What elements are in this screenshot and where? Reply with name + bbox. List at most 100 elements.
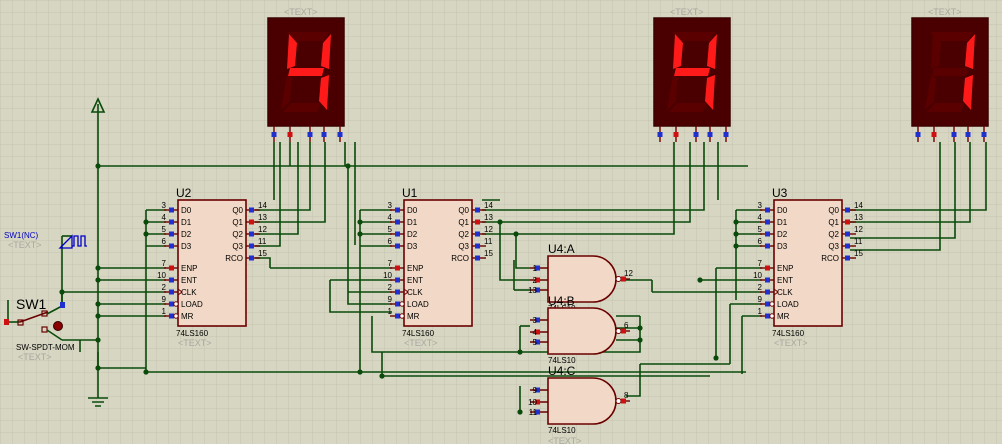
counter-pin-number: 6: [758, 237, 763, 246]
counter-pin-number: 13: [258, 213, 267, 222]
counter-pin-label: D1: [407, 218, 418, 227]
counter-pin-label: RCO: [821, 254, 839, 263]
counter-pin-number: 11: [484, 237, 493, 246]
gate-ref-label: U4:A: [548, 242, 575, 256]
counter-pin-number: 7: [162, 259, 167, 268]
counter-pin-label: MR: [777, 312, 790, 321]
counter-pin-label: Q3: [458, 242, 469, 251]
counter-pin-label: MR: [407, 312, 420, 321]
display-text-placeholder: <TEXT>: [284, 7, 318, 17]
counter-text-placeholder: <TEXT>: [404, 338, 438, 348]
gate-pin-number: 5: [533, 338, 538, 347]
counter-pin-label: D2: [181, 230, 192, 239]
counter-text-placeholder: <TEXT>: [178, 338, 212, 348]
counter-pin-label: D0: [777, 206, 788, 215]
counter-pin-number: 4: [758, 213, 763, 222]
counter-pin-number: 13: [854, 213, 863, 222]
counter-pin-number: 2: [758, 283, 763, 292]
counter-ref-label: U2: [176, 186, 192, 200]
counter-pin-number: 1: [388, 307, 393, 316]
counter-pin-number: 6: [162, 237, 167, 246]
gate-text-placeholder: <TEXT>: [548, 436, 582, 444]
counter-pin-number: 9: [162, 295, 167, 304]
clock-text-placeholder: <TEXT>: [8, 240, 42, 250]
counter-pin-number: 2: [162, 283, 167, 292]
counter-pin-number: 13: [484, 213, 493, 222]
counter-pin-label: Q2: [232, 230, 243, 239]
counter-pin-label: D0: [181, 206, 192, 215]
counter-pin-label: ENT: [407, 276, 423, 285]
counter-pin-label: ENT: [181, 276, 197, 285]
switch-text-placeholder: <TEXT>: [18, 352, 52, 362]
counter-pin-label: LOAD: [407, 300, 429, 309]
counter-pin-label: D2: [777, 230, 788, 239]
counter-pin-label: Q2: [458, 230, 469, 239]
counter-pin-number: 11: [854, 237, 863, 246]
counter-pin-number: 3: [388, 201, 393, 210]
counter-pin-number: 4: [162, 213, 167, 222]
display-middle: <TEXT>: [653, 7, 731, 142]
counter-pin-number: 5: [758, 225, 763, 234]
counter-pin-number: 12: [484, 225, 493, 234]
counter-pin-number: 9: [758, 295, 763, 304]
counter-pin-label: D0: [407, 206, 418, 215]
segment-g: [932, 68, 968, 76]
counter-pin-label: Q1: [828, 218, 839, 227]
counter-part-label: 74LS160: [402, 329, 435, 338]
gate-pin-number: 2: [533, 276, 538, 285]
counter-pin-number: 5: [162, 225, 167, 234]
counter-pin-number: 14: [258, 201, 267, 210]
counter-pin-label: D3: [407, 242, 418, 251]
display-left: <TEXT>: [267, 7, 345, 142]
gate-pin-number: 8: [624, 391, 629, 400]
switch-button-icon[interactable]: [53, 321, 63, 331]
counter-pin-label: D3: [181, 242, 192, 251]
gate-pin-number: 10: [528, 398, 537, 407]
counter-text-placeholder: <TEXT>: [774, 338, 808, 348]
counter-pin-number: 12: [854, 225, 863, 234]
counter-pin-number: 10: [157, 271, 166, 280]
counter-pin-number: 5: [388, 225, 393, 234]
counter-pin-label: Q1: [458, 218, 469, 227]
segment-g: [674, 68, 710, 76]
gate-ref-label: U4:C: [548, 364, 576, 378]
counter-pin-number: 2: [388, 283, 393, 292]
counter-pin-number: 3: [758, 201, 763, 210]
counter-pin-number: 10: [383, 271, 392, 280]
counter-pin-number: 4: [388, 213, 393, 222]
schematic-canvas[interactable]: { "text_placeholder": "<TEXT>", "colors"…: [0, 0, 1002, 444]
counter-pin-label: Q3: [828, 242, 839, 251]
gate-pin-number: 12: [624, 269, 633, 278]
counter-pin-label: Q0: [232, 206, 243, 215]
gate-pin-number: 13: [528, 286, 537, 295]
counter-pin-label: Q3: [232, 242, 243, 251]
counter-ref-label: U1: [402, 186, 418, 200]
counter-part-label: 74LS160: [772, 329, 805, 338]
counter-pin-number: 14: [854, 201, 863, 210]
counter-pin-number: 3: [162, 201, 167, 210]
gate-pin-number: 3: [533, 316, 538, 325]
counter-ref-label: U3: [772, 186, 788, 200]
gate-pin-number: 6: [624, 321, 629, 330]
clock-label: SW1(NC): [4, 231, 39, 240]
gate-pin-number: 4: [533, 328, 538, 337]
counter-pin-label: Q0: [458, 206, 469, 215]
display-right: <TEXT>: [911, 7, 989, 142]
gate-pin-number: 1: [533, 264, 538, 273]
counter-pin-label: D3: [777, 242, 788, 251]
counter-part-label: 74LS160: [176, 329, 209, 338]
gate-pin-number: 11: [529, 408, 538, 417]
counter-pin-label: Q0: [828, 206, 839, 215]
counter-pin-label: LOAD: [777, 300, 799, 309]
counter-pin-number: 7: [388, 259, 393, 268]
counter-pin-number: 9: [388, 295, 393, 304]
counter-pin-label: RCO: [451, 254, 469, 263]
segment-g: [288, 68, 324, 76]
counter-pin-label: MR: [181, 312, 194, 321]
switch-part-label: SW-SPDT-MOM: [16, 343, 75, 352]
gate-ref-label: U4:B: [548, 294, 575, 308]
counter-pin-label: CLK: [777, 288, 793, 297]
counter-pin-number: 1: [162, 307, 167, 316]
gate-part-label: 74LS10: [548, 426, 576, 435]
counter-pin-label: CLK: [181, 288, 197, 297]
